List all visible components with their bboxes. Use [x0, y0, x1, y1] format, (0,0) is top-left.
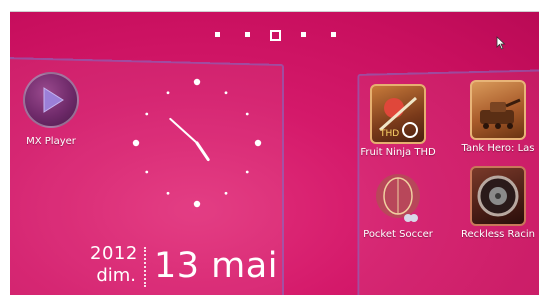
- clock-tick: [132, 139, 140, 147]
- clock-tick: [245, 170, 249, 174]
- clock-tick: [166, 191, 170, 195]
- clock-minute-hand: [169, 117, 198, 144]
- clock-tick: [145, 112, 149, 116]
- clock-tick: [224, 191, 228, 195]
- date-year: 2012: [90, 243, 138, 264]
- app-label: Fruit Ninja THD: [360, 147, 436, 158]
- date-separator: [144, 247, 146, 287]
- clock-tick: [145, 170, 149, 174]
- clock-hour-hand: [195, 141, 210, 162]
- shortcut-label: MX Player: [26, 136, 76, 147]
- page-dot-current[interactable]: [270, 30, 281, 41]
- reckless-racing-icon: [470, 166, 526, 226]
- app-tank-hero[interactable]: Tank Hero: Las: [443, 80, 539, 155]
- page-dot[interactable]: [331, 32, 336, 37]
- clock-tick: [245, 112, 249, 116]
- page-indicator: [210, 30, 345, 42]
- clock-tick: [166, 91, 170, 95]
- fruit-ninja-icon: THD: [370, 84, 426, 144]
- home-screen: MX Player 2012 dim. 13 mai THD Fruit Nin…: [10, 11, 539, 295]
- svg-text:THD: THD: [379, 129, 399, 139]
- app-reckless-racing[interactable]: Reckless Racin: [443, 166, 539, 241]
- tank-hero-icon: [470, 80, 526, 140]
- page-dot[interactable]: [245, 32, 250, 37]
- date-weekday: dim.: [96, 265, 136, 286]
- mouse-cursor-icon: [496, 36, 506, 50]
- app-label: Pocket Soccer: [363, 229, 433, 240]
- app-fruit-ninja[interactable]: THD Fruit Ninja THD: [343, 84, 453, 159]
- clock-tick: [224, 91, 228, 95]
- analog-clock[interactable]: [132, 78, 262, 208]
- shortcut-mx-player[interactable]: MX Player: [16, 72, 86, 148]
- date-day-month: 13 mai: [154, 246, 278, 286]
- app-pocket-soccer[interactable]: Pocket Soccer: [343, 170, 453, 241]
- pocket-soccer-icon: [372, 170, 424, 226]
- clock-tick: [193, 200, 201, 208]
- app-label: Reckless Racin: [461, 229, 535, 240]
- mx-player-icon: [23, 72, 79, 128]
- app-label: Tank Hero: Las: [461, 143, 535, 154]
- clock-tick: [193, 78, 201, 86]
- page-dot[interactable]: [215, 32, 220, 37]
- page-dot[interactable]: [301, 32, 306, 37]
- clock-tick: [254, 139, 262, 147]
